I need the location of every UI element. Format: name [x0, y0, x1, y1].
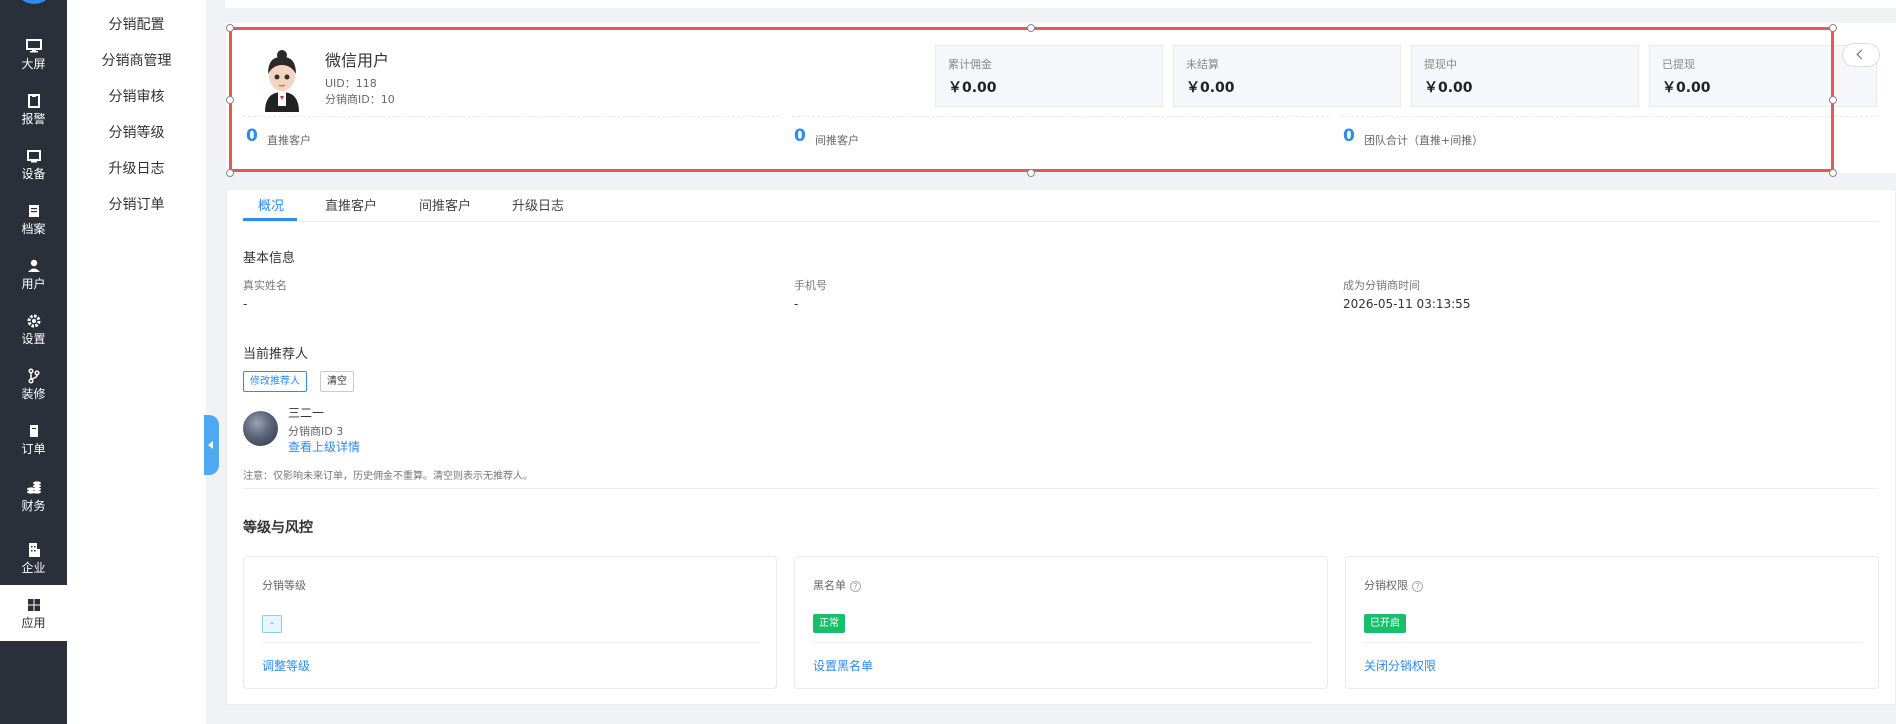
submenu-item[interactable]: 分销配置 [67, 7, 206, 43]
submenu-item[interactable]: 分销审核 [67, 79, 206, 115]
set-blacklist-link[interactable]: 设置黑名单 [813, 657, 873, 674]
divider [813, 642, 1311, 643]
tab-upgrade-log[interactable]: 升级日志 [512, 195, 564, 220]
nav-item-archive[interactable]: 档案 [0, 191, 67, 246]
adjust-level-link[interactable]: 调整等级 [262, 657, 310, 674]
user-icon [27, 259, 40, 272]
resize-handle[interactable] [226, 169, 234, 177]
collapse-submenu-button[interactable] [204, 415, 219, 475]
resize-handle[interactable] [1829, 96, 1837, 104]
view-referrer-link[interactable]: 查看上级详情 [288, 438, 360, 455]
box-label-text: 分销权限 [1364, 579, 1408, 592]
gear-icon [27, 314, 40, 327]
help-icon[interactable]: ? [850, 580, 861, 592]
referrer-avatar [243, 411, 278, 446]
nav-item-order[interactable]: 订单 [0, 411, 67, 466]
device-icon [26, 149, 41, 162]
clipboard-icon [27, 93, 40, 108]
tab-direct-customers[interactable]: 直推客户 [325, 195, 377, 220]
submenu-item[interactable]: 分销订单 [67, 187, 206, 223]
tab-overview[interactable]: 概况 [258, 195, 284, 220]
nav-item-enterprise[interactable]: 企业 [0, 528, 67, 588]
monitor-icon [25, 38, 42, 52]
top-strip [225, 0, 1896, 8]
main-nav: 大屏 报警 设备 档案 用户 设置 装修 订单 财务 企业 应用 [0, 0, 67, 724]
selection-frame [229, 27, 1834, 172]
divider [262, 642, 760, 643]
help-icon[interactable]: ? [1412, 580, 1423, 592]
basic-info-title: 基本信息 [243, 251, 296, 266]
referrer-name: 三二一 [288, 406, 325, 420]
referrer-id: 分销商ID 3 [288, 425, 344, 438]
order-icon [29, 424, 38, 437]
level-box: 分销等级 - 调整等级 [243, 556, 777, 689]
nav-item-decoration[interactable]: 装修 [0, 356, 67, 411]
resize-handle[interactable] [226, 96, 234, 104]
modify-referrer-button[interactable]: 修改推荐人 [243, 371, 307, 392]
permission-status-badge: 已开启 [1364, 614, 1406, 633]
tab-divider [243, 221, 1878, 222]
field-value: 2026-05-11 03:13:55 [1343, 297, 1471, 311]
field-value: - [243, 297, 248, 311]
nav-label: 用户 [21, 276, 46, 291]
nav-item-settings[interactable]: 设置 [0, 301, 67, 356]
nav-label: 企业 [21, 561, 46, 575]
nav-label: 订单 [21, 441, 46, 456]
submenu: 分销配置 分销商管理 分销审核 分销等级 升级日志 分销订单 [67, 0, 206, 724]
risk-title: 等级与风控 [243, 520, 313, 536]
divider [1364, 642, 1862, 643]
field-label: 成为分销商时间 [1343, 279, 1420, 292]
nav-label: 档案 [21, 221, 46, 236]
app-root: 大屏 报警 设备 档案 用户 设置 装修 订单 财务 企业 应用 分销配置 分销… [0, 0, 1896, 724]
nav-item-apps[interactable]: 应用 [0, 585, 67, 641]
back-button[interactable] [1842, 43, 1880, 67]
nav-label: 大屏 [21, 56, 46, 71]
close-permission-link[interactable]: 关闭分销权限 [1364, 657, 1436, 674]
field-label: 真实姓名 [243, 279, 287, 292]
tab-indirect-customers[interactable]: 间推客户 [419, 195, 471, 220]
logo [14, 0, 54, 4]
resize-handle[interactable] [1027, 169, 1035, 177]
resize-handle[interactable] [226, 24, 234, 32]
blacklist-box: 黑名单? 正常 设置黑名单 [794, 556, 1328, 689]
box-label: 分销等级 [262, 579, 306, 592]
nav-label: 设置 [21, 331, 46, 346]
building-icon [28, 543, 40, 557]
nav-item-device[interactable]: 设备 [0, 136, 67, 191]
clear-referrer-button[interactable]: 清空 [320, 371, 354, 392]
level-tag: - [262, 615, 282, 633]
box-label: 黑名单? [813, 577, 861, 593]
nav-label: 报警 [21, 111, 46, 126]
field-label: 手机号 [794, 279, 827, 292]
nav-item-dashboard[interactable]: 大屏 [0, 26, 67, 81]
archive-icon [28, 204, 39, 217]
nav-item-user[interactable]: 用户 [0, 246, 67, 301]
nav-label: 装修 [21, 386, 46, 401]
nav-item-alarm[interactable]: 报警 [0, 81, 67, 136]
nav-label: 财务 [21, 499, 46, 513]
nav-label: 设备 [21, 166, 46, 181]
resize-handle[interactable] [1829, 24, 1837, 32]
submenu-item[interactable]: 升级日志 [67, 151, 206, 187]
permission-box: 分销权限? 已开启 关闭分销权限 [1345, 556, 1879, 689]
referrer-title: 当前推荐人 [243, 347, 309, 362]
nav-label: 应用 [21, 616, 46, 630]
resize-handle[interactable] [1829, 169, 1837, 177]
divider [243, 488, 1878, 489]
box-label: 分销权限? [1364, 577, 1423, 593]
field-value: - [794, 297, 799, 311]
resize-handle[interactable] [1027, 24, 1035, 32]
branch-icon [27, 367, 40, 384]
submenu-item[interactable]: 分销商管理 [67, 43, 206, 79]
nav-item-finance[interactable]: 财务 [0, 466, 67, 526]
coins-icon [26, 481, 41, 494]
blacklist-status-badge: 正常 [813, 614, 845, 633]
referrer-note: 注意：仅影响未来订单，历史佣金不重算。清空则表示无推荐人。 [243, 471, 533, 482]
submenu-item[interactable]: 分销等级 [67, 115, 206, 151]
windows-icon [27, 599, 40, 611]
box-label-text: 黑名单 [813, 579, 846, 592]
